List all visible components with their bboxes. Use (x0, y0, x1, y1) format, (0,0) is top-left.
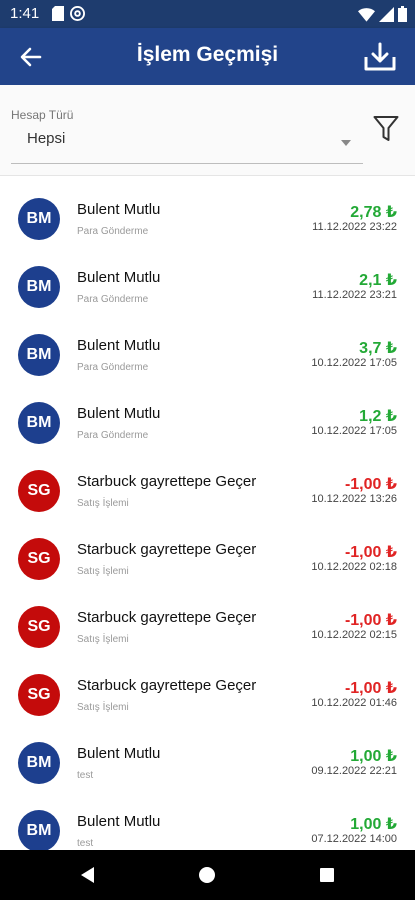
status-bar: 1:41 (0, 0, 415, 28)
avatar: BM (18, 402, 60, 444)
transaction-date: 10.12.2022 13:26 (311, 493, 397, 505)
account-type-value: Hepsi (27, 130, 66, 147)
transaction-row[interactable]: BM Bulent Mutlu Para Gönderme 2,78 ₺ 11.12.2… (0, 176, 415, 244)
transaction-amount: 1,2 ₺ (359, 408, 397, 425)
transaction-amount: 2,78 ₺ (350, 204, 397, 221)
account-type-label: Hesap Türü (11, 108, 74, 122)
signal-icon (379, 6, 394, 22)
download-icon[interactable] (363, 42, 397, 72)
transaction-name: Bulent Mutlu (77, 745, 161, 762)
transaction-row[interactable]: BM Bulent Mutlu Para Gönderme 1,2 ₺ 10.12.20… (0, 380, 415, 448)
transaction-date: 10.12.2022 17:05 (311, 357, 397, 369)
wifi-icon (358, 7, 375, 22)
transaction-type: Satış İşlemi (77, 566, 129, 577)
transaction-name: Starbuck gayrettepe Geçer (77, 473, 257, 490)
transaction-type: Satış İşlemi (77, 702, 129, 713)
avatar: BM (18, 266, 60, 308)
transaction-date: 11.12.2022 23:22 (312, 221, 397, 233)
battery-icon (398, 6, 407, 22)
chevron-down-icon (341, 140, 351, 146)
transaction-amount: 2,1 ₺ (359, 272, 397, 289)
at-sign-icon (70, 6, 85, 21)
transaction-name: Bulent Mutlu (77, 337, 161, 354)
transaction-amount: 1,00 ₺ (350, 816, 397, 833)
transaction-amount: -1,00 ₺ (344, 680, 397, 697)
status-time: 1:41 (10, 5, 40, 22)
avatar: SG (18, 674, 60, 716)
transaction-amount: 3,7 ₺ (359, 340, 397, 357)
transaction-name: Starbuck gayrettepe Geçer (77, 677, 257, 694)
filter-funnel-icon[interactable] (373, 115, 399, 143)
transaction-row[interactable]: BM Bulent Mutlu Para Gönderme 3,7 ₺ 10.12.20… (0, 312, 415, 380)
transaction-type: test (77, 770, 94, 781)
avatar: BM (18, 198, 60, 240)
nav-home-icon[interactable] (196, 864, 218, 886)
transaction-name: Starbuck gayrettepe Geçer (77, 541, 257, 558)
transaction-row[interactable]: BM Bulent Mutlu test 1,00 ₺ 09.12.2022 22:21 (0, 720, 415, 788)
avatar: BM (18, 810, 60, 850)
transaction-name: Bulent Mutlu (77, 201, 161, 218)
avatar: SG (18, 606, 60, 648)
transaction-date: 10.12.2022 17:05 (311, 425, 397, 437)
transaction-type: Para Gönderme (77, 294, 149, 305)
transaction-row[interactable]: SG Starbuck gayrettepe Geçer Satış İşlemi -… (0, 516, 415, 584)
avatar: SG (18, 538, 60, 580)
transaction-type: test (77, 838, 94, 849)
transaction-date: 09.12.2022 22:21 (311, 765, 397, 777)
transaction-amount: 1,00 ₺ (350, 748, 397, 765)
transaction-type: Para Gönderme (77, 362, 149, 373)
sd-card-icon (52, 6, 64, 21)
transaction-date: 10.12.2022 02:18 (311, 561, 397, 573)
transaction-type: Para Gönderme (77, 430, 149, 441)
account-type-dropdown[interactable]: Hepsi (11, 123, 363, 164)
nav-back-icon[interactable] (77, 864, 99, 886)
avatar: BM (18, 334, 60, 376)
avatar: BM (18, 742, 60, 784)
transaction-date: 10.12.2022 01:46 (311, 697, 397, 709)
app-bar: İşlem Geçmişi (0, 28, 415, 85)
transaction-name: Bulent Mutlu (77, 405, 161, 422)
transaction-list: BM Bulent Mutlu Para Gönderme 2,78 ₺ 11.12.2… (0, 176, 415, 850)
transaction-name: Bulent Mutlu (77, 269, 161, 286)
transaction-amount: -1,00 ₺ (344, 544, 397, 561)
transaction-name: Starbuck gayrettepe Geçer (77, 609, 257, 626)
transaction-row[interactable]: BM Bulent Mutlu Para Gönderme 2,1 ₺ 11.12.20… (0, 244, 415, 312)
transaction-row[interactable]: BM Bulent Mutlu test 1,00 ₺ 07.12.2022 14:00 (0, 788, 415, 850)
filter-section: Hesap Türü Hepsi (0, 85, 415, 176)
transaction-date: 11.12.2022 23:21 (312, 289, 397, 301)
transaction-amount: -1,00 ₺ (344, 612, 397, 629)
transaction-row[interactable]: SG Starbuck gayrettepe Geçer Satış İşlemi -… (0, 652, 415, 720)
nav-recents-icon[interactable] (316, 864, 338, 886)
transaction-type: Satış İşlemi (77, 634, 129, 645)
transaction-amount: -1,00 ₺ (344, 476, 397, 493)
transaction-type: Satış İşlemi (77, 498, 129, 509)
transaction-row[interactable]: SG Starbuck gayrettepe Geçer Satış İşlemi -… (0, 448, 415, 516)
transaction-date: 10.12.2022 02:15 (311, 629, 397, 641)
system-nav-bar (0, 850, 415, 900)
transaction-name: Bulent Mutlu (77, 813, 161, 830)
transaction-row[interactable]: SG Starbuck gayrettepe Geçer Satış İşlemi -… (0, 584, 415, 652)
avatar: SG (18, 470, 60, 512)
page-title: İşlem Geçmişi (136, 43, 279, 66)
transaction-type: Para Gönderme (77, 226, 149, 237)
transaction-date: 07.12.2022 14:00 (311, 833, 397, 845)
